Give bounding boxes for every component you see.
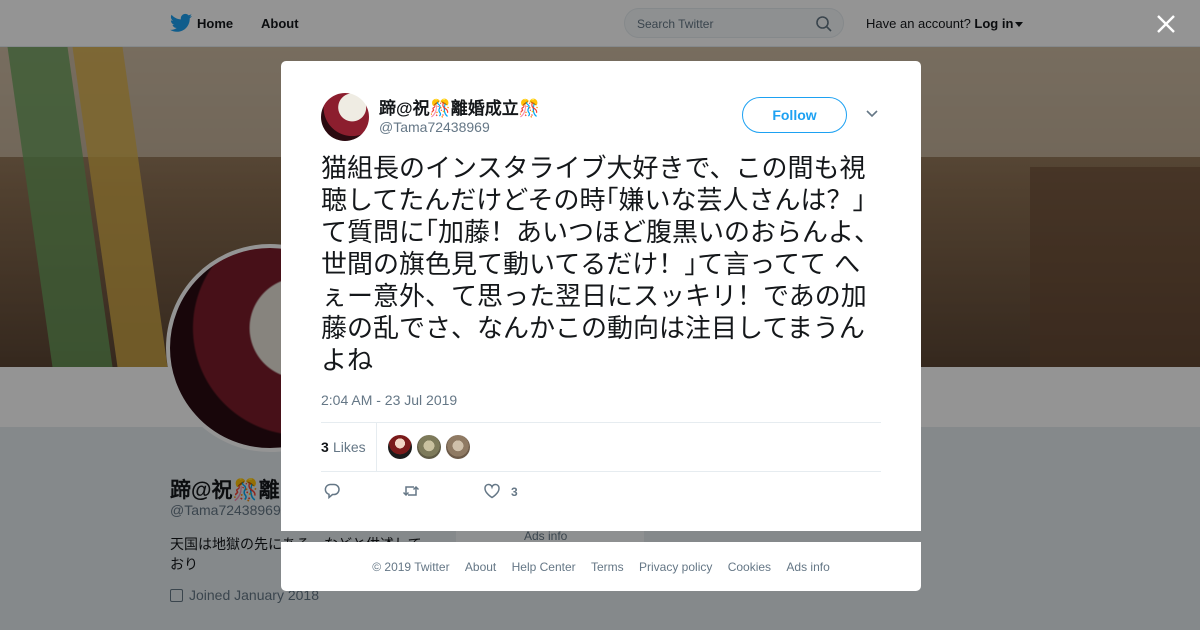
liker-avatar[interactable] [388, 435, 412, 459]
footer-terms-link[interactable]: Terms [591, 560, 624, 574]
tweet-author-handle[interactable]: @Tama72438969 [379, 119, 490, 135]
liker-avatar[interactable] [446, 435, 470, 459]
likes-stat[interactable]: 3 Likes [321, 423, 377, 471]
retweet-icon[interactable] [402, 482, 420, 500]
tweet-author-avatar[interactable] [321, 93, 369, 141]
liker-avatar[interactable] [417, 435, 441, 459]
follow-button[interactable]: Follow [742, 97, 847, 133]
footer-help-link[interactable]: Help Center [512, 560, 576, 574]
tweet-permalink-modal: 蹄@祝🎊離婚成立🎊 @Tama72438969 Follow 猫組長のインスタラ… [281, 61, 921, 531]
likes-label: Likes [333, 439, 366, 455]
footer-privacy-link[interactable]: Privacy policy [639, 560, 712, 574]
tweet-text: 猫組長のインスタライブ大好きで、この間も視聴してたんだけどその時｢嫌いな芸人さん… [321, 154, 881, 376]
close-icon[interactable] [1155, 13, 1177, 35]
tweet-timestamp[interactable]: 2:04 AM - 23 Jul 2019 [321, 392, 457, 408]
like-action-count: 3 [511, 485, 518, 499]
footer-cookies-link[interactable]: Cookies [728, 560, 771, 574]
chevron-down-icon[interactable] [865, 109, 879, 119]
tweet-author-name[interactable]: 蹄@祝🎊離婚成立🎊 [379, 94, 540, 119]
footer-copyright: © 2019 Twitter [372, 560, 450, 574]
footer-about-link[interactable]: About [465, 560, 496, 574]
modal-footer: © 2019 Twitter About Help Center Terms P… [281, 542, 921, 591]
heart-icon[interactable] [483, 482, 501, 500]
reply-icon[interactable] [323, 482, 341, 500]
tweet-stats: 3 Likes [321, 422, 881, 472]
footer-ads-link[interactable]: Ads info [786, 560, 829, 574]
likes-count: 3 [321, 439, 329, 455]
tweet-actions: 3 [321, 482, 881, 502]
